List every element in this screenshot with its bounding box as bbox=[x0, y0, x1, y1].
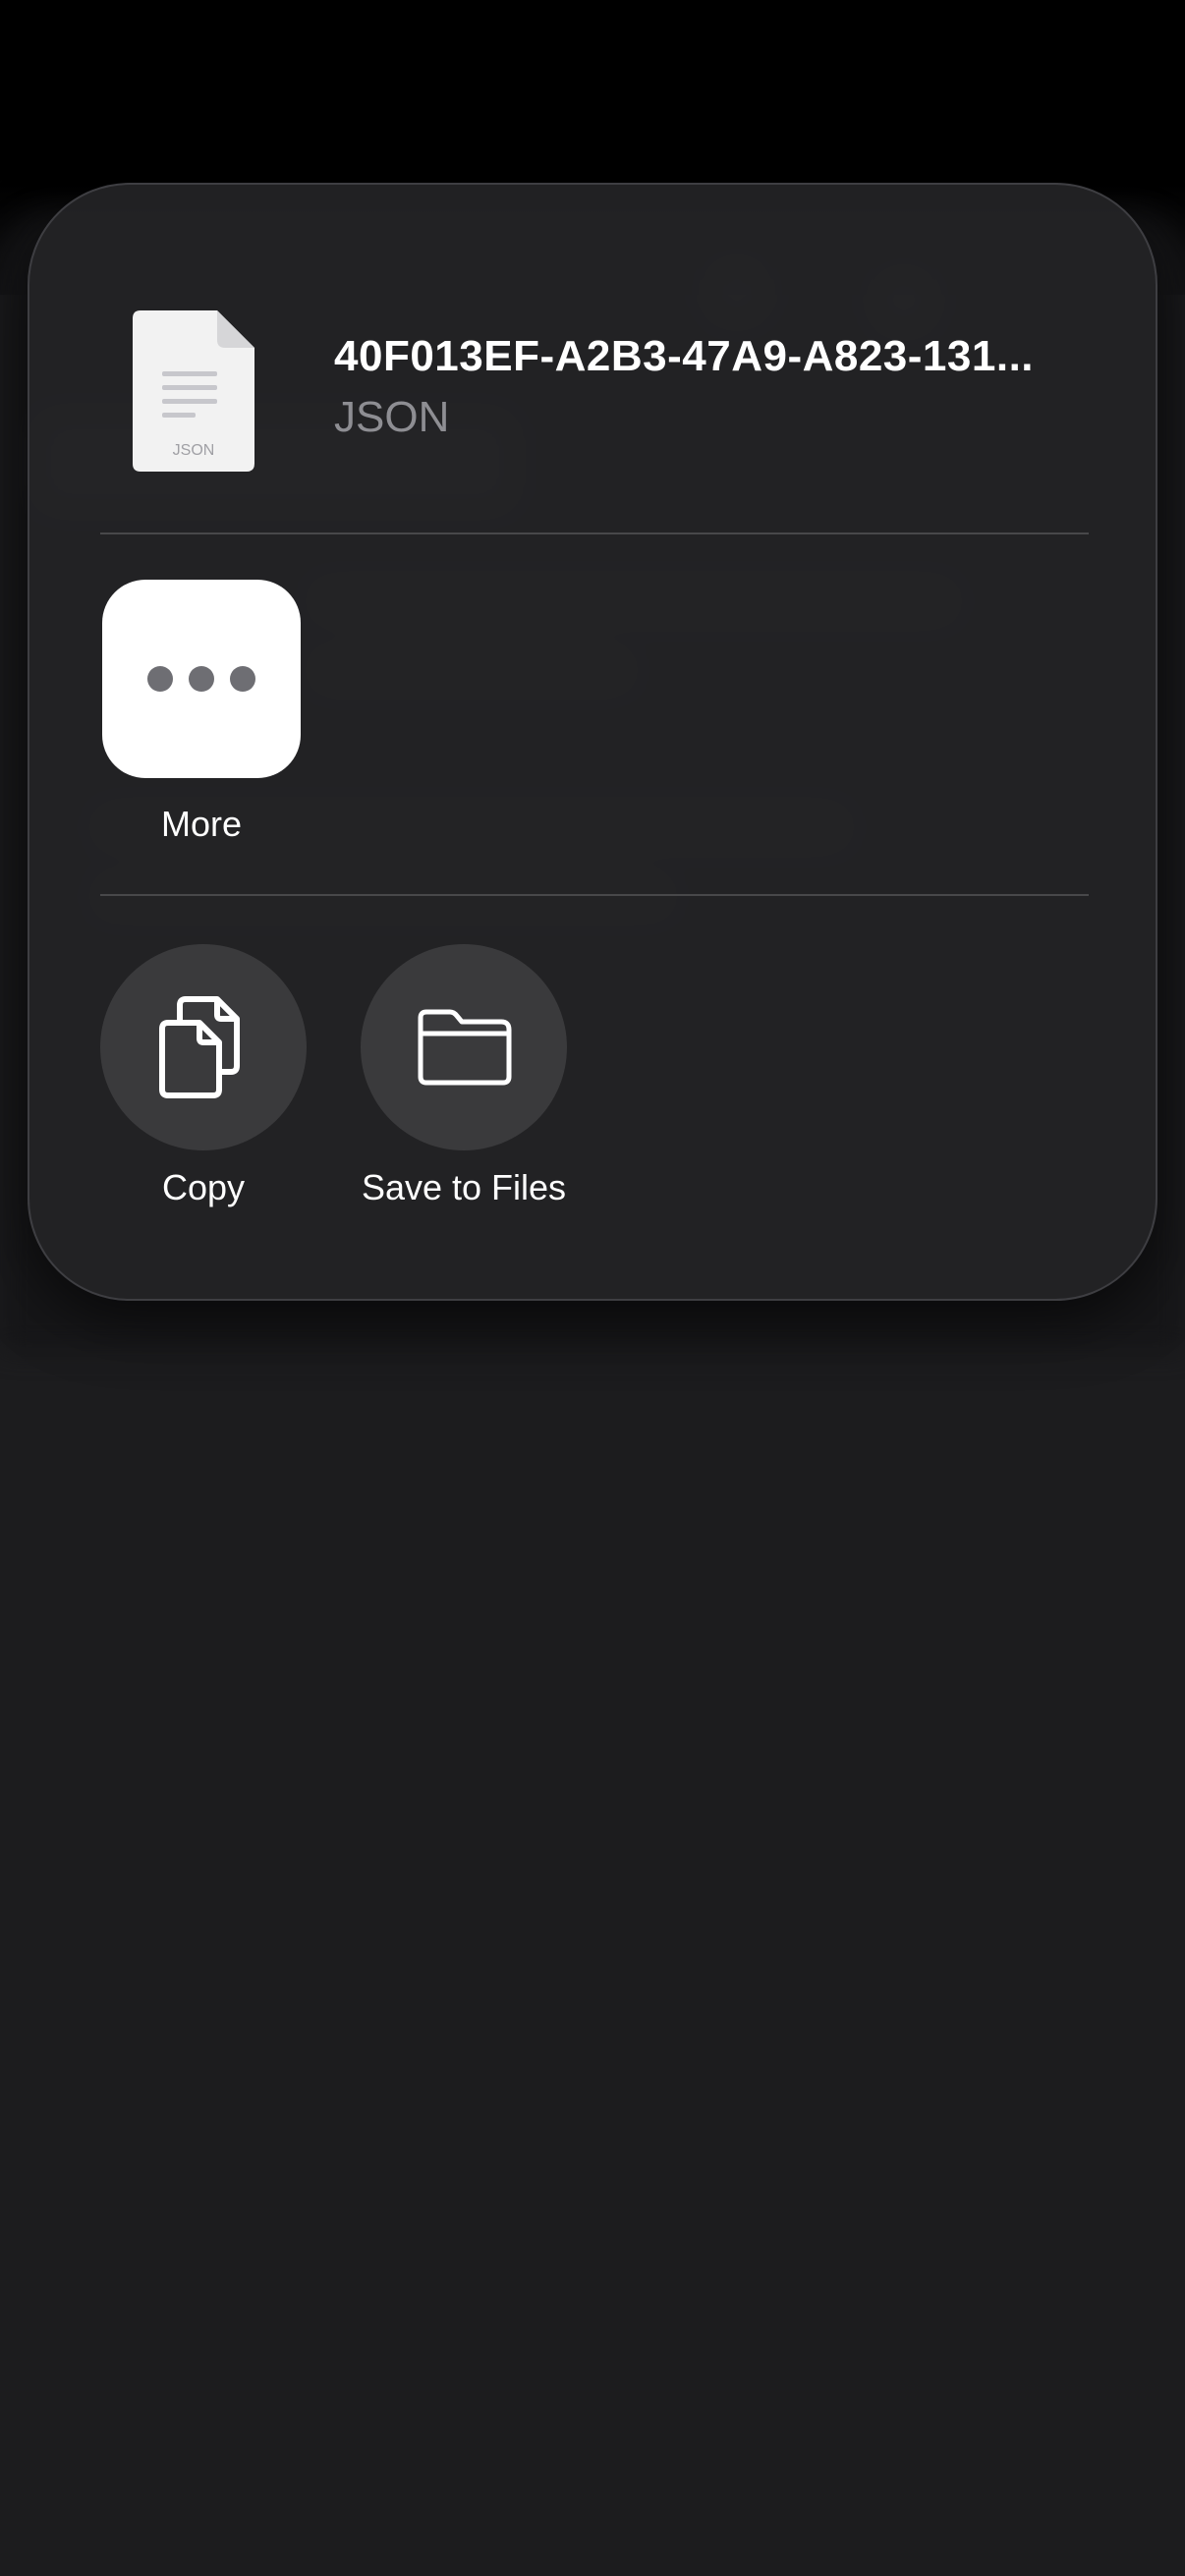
screen: JSON 40F013EF-A2B3-47A9-A823-131... JSON… bbox=[0, 0, 1185, 2576]
more-icon bbox=[147, 666, 173, 692]
file-header: JSON 40F013EF-A2B3-47A9-A823-131... JSON bbox=[29, 185, 1156, 534]
copy-label: Copy bbox=[161, 1167, 246, 1207]
save-to-files-label: Save to Files bbox=[361, 1167, 567, 1207]
more-icon bbox=[189, 666, 214, 692]
more-apps-button[interactable] bbox=[102, 580, 301, 778]
json-file-icon: JSON bbox=[133, 310, 254, 472]
copy-icon bbox=[159, 996, 240, 1098]
folder-icon bbox=[418, 1009, 512, 1086]
file-type: JSON bbox=[334, 393, 450, 441]
more-icon bbox=[230, 666, 255, 692]
copy-button[interactable] bbox=[100, 944, 307, 1150]
divider bbox=[100, 532, 1089, 534]
save-to-files-button[interactable] bbox=[361, 944, 567, 1150]
share-sheet: JSON 40F013EF-A2B3-47A9-A823-131... JSON… bbox=[28, 183, 1157, 1301]
file-name: 40F013EF-A2B3-47A9-A823-131... bbox=[334, 332, 1035, 380]
file-thumb-label: JSON bbox=[173, 442, 215, 459]
more-label: More bbox=[160, 804, 243, 844]
divider bbox=[100, 894, 1089, 896]
